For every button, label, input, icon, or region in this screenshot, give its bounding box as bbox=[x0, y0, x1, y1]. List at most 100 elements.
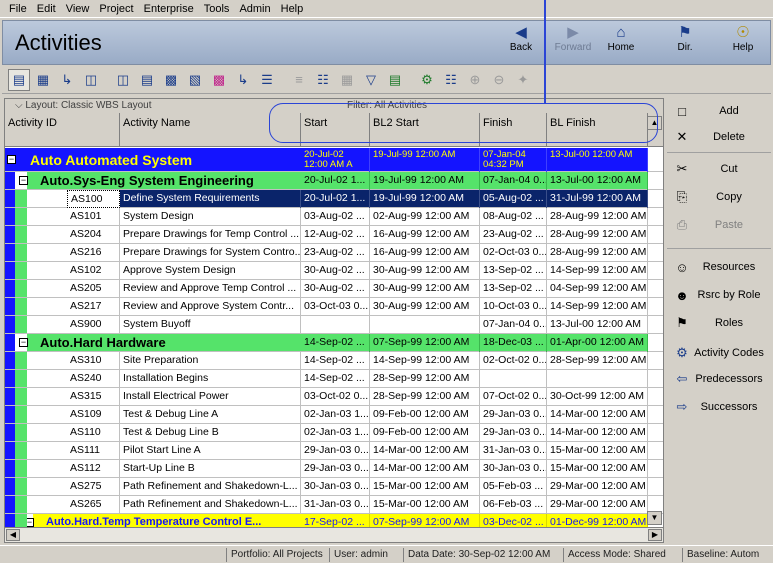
filter-icon[interactable]: ▽ bbox=[360, 69, 382, 91]
cell-bl2start[interactable]: 02-Aug-99 12:00 AM bbox=[370, 208, 480, 226]
cell-start[interactable]: 14-Sep-02 ... bbox=[301, 352, 370, 370]
resource-usage-icon[interactable]: ▩ bbox=[208, 69, 230, 91]
collapse-toggle-icon[interactable]: − bbox=[19, 338, 28, 347]
col-bl2-start[interactable]: BL2 Start bbox=[370, 113, 480, 147]
cell-start[interactable]: 30-Jan-03 0... bbox=[301, 478, 370, 496]
cell-start[interactable]: 31-Jan-03 0... bbox=[301, 496, 370, 514]
cell-name[interactable]: Approve System Design bbox=[120, 262, 301, 280]
cell-start[interactable]: 30-Aug-02 ... bbox=[301, 262, 370, 280]
cell-name[interactable]: Site Preparation bbox=[120, 352, 301, 370]
cell-finish[interactable]: 07-Jan-04 0... bbox=[480, 172, 547, 190]
cell-blfinish[interactable]: 14-Sep-99 12:00 AM bbox=[547, 262, 648, 280]
cell-start[interactable]: 20-Jul-02 1... bbox=[301, 190, 370, 208]
cell-finish[interactable]: 07-Oct-02 0... bbox=[480, 388, 547, 406]
cell-bl2start[interactable]: 19-Jul-99 12:00 AM bbox=[370, 190, 480, 208]
cell-name[interactable]: Path Refinement and Shakedown-L... bbox=[120, 496, 301, 514]
cell-name[interactable]: Review and Approve Temp Control ... bbox=[120, 280, 301, 298]
col-finish[interactable]: Finish bbox=[480, 113, 547, 147]
cell-name[interactable]: Prepare Drawings for Temp Control ... bbox=[120, 226, 301, 244]
col-bl-finish[interactable]: BL Finish bbox=[547, 113, 648, 147]
directory-button[interactable]: ⚑ Dir. bbox=[662, 24, 708, 62]
zoom-in-icon[interactable]: ⊕ bbox=[464, 69, 486, 91]
network-view-icon[interactable]: ◫ bbox=[80, 69, 102, 91]
cell-blfinish[interactable]: 29-Mar-00 12:00 AM bbox=[547, 478, 648, 496]
copy-button[interactable]: ⎘ Copy bbox=[667, 186, 771, 208]
cell-bl2start[interactable]: 28-Sep-99 12:00 AM bbox=[370, 370, 480, 388]
table-row[interactable]: AS310 Site Preparation 14-Sep-02 ... 14-Sep… bbox=[5, 352, 663, 370]
cell-blfinish[interactable]: 14-Mar-00 12:00 AM bbox=[547, 406, 648, 424]
cell-start[interactable]: 30-Aug-02 ... bbox=[301, 280, 370, 298]
cell-blfinish[interactable]: 28-Aug-99 12:00 AM bbox=[547, 226, 648, 244]
table-row[interactable]: AS315 Install Electrical Power 03-Oct-02 0… bbox=[5, 388, 663, 406]
cell-start[interactable]: 29-Jan-03 0... bbox=[301, 442, 370, 460]
level-icon[interactable]: ☷ bbox=[440, 69, 462, 91]
table-row[interactable]: AS900 System Buyoff 07-Jan-04 0... 13-Jul-0… bbox=[5, 316, 663, 334]
cell-finish[interactable]: 08-Aug-02 ... bbox=[480, 208, 547, 226]
cell-bl2start[interactable]: 09-Feb-00 12:00 AM bbox=[370, 406, 480, 424]
cell-id[interactable]: AS110 bbox=[67, 424, 120, 442]
scroll-down-icon[interactable]: ▼ bbox=[647, 511, 662, 525]
cell-finish[interactable]: 06-Feb-03 ... bbox=[480, 496, 547, 514]
table-row[interactable]: AS265 Path Refinement and Shakedown-L... 3… bbox=[5, 496, 663, 514]
cell-name[interactable]: Define System Requirements bbox=[120, 190, 301, 208]
cell-start[interactable]: 12-Aug-02 ... bbox=[301, 226, 370, 244]
menu-view[interactable]: View bbox=[61, 3, 95, 15]
cell-finish[interactable]: 18-Dec-03 ... bbox=[480, 334, 547, 352]
cell-finish[interactable]: 02-Oct-02 0... bbox=[480, 352, 547, 370]
table-row[interactable]: AS217 Review and Approve System Contr... 0… bbox=[5, 298, 663, 316]
cell-name[interactable]: Test & Debug Line A bbox=[120, 406, 301, 424]
cell-blfinish[interactable]: 01-Apr-00 12:00 AM bbox=[547, 334, 648, 352]
cell-bl2start[interactable]: 19-Jul-99 12:00 AM bbox=[370, 172, 480, 190]
forward-button[interactable]: ▶ Forward bbox=[550, 24, 596, 62]
wbs-row[interactable]: − Auto.Hard Hardware 14-Sep-02 ... 07-Sep-9… bbox=[5, 334, 663, 352]
cell-blfinish[interactable]: 04-Sep-99 12:00 AM bbox=[547, 280, 648, 298]
cell-id[interactable]: AS205 bbox=[67, 280, 120, 298]
cell-id[interactable]: AS100 bbox=[67, 190, 120, 208]
cell-start[interactable]: 14-Sep-02 ... bbox=[301, 334, 370, 352]
cell-id[interactable]: Auto Automated System bbox=[27, 148, 301, 172]
cell-start[interactable] bbox=[301, 316, 370, 334]
schedule-icon[interactable]: ⚙ bbox=[416, 69, 438, 91]
cell-blfinish[interactable]: 14-Mar-00 12:00 AM bbox=[547, 424, 648, 442]
cell-finish[interactable]: 30-Jan-03 0... bbox=[480, 460, 547, 478]
scroll-right-icon[interactable]: ▶ bbox=[648, 529, 662, 541]
vertical-scrollbar[interactable]: ▲ ▼ bbox=[647, 116, 663, 527]
cell-id[interactable]: AS265 bbox=[67, 496, 120, 514]
cell-finish[interactable]: 29-Jan-03 0... bbox=[480, 424, 547, 442]
table-row[interactable]: AS275 Path Refinement and Shakedown-L... 3… bbox=[5, 478, 663, 496]
predecessors-button[interactable]: ⇦ Predecessors bbox=[667, 368, 771, 390]
cut-button[interactable]: ✂ Cut bbox=[667, 158, 771, 180]
cell-name[interactable]: Install Electrical Power bbox=[120, 388, 301, 406]
table-row[interactable]: AS101 System Design 03-Aug-02 ... 02-Aug-99… bbox=[5, 208, 663, 226]
roles-button[interactable]: ⚑ Roles bbox=[667, 312, 771, 334]
table-view-icon[interactable]: ▤ bbox=[8, 68, 30, 91]
cell-bl2start[interactable]: 19-Jul-99 12:00 AM bbox=[370, 148, 480, 172]
cell-start[interactable]: 02-Jan-03 1... bbox=[301, 406, 370, 424]
collapse-toggle-icon[interactable]: − bbox=[19, 176, 28, 185]
cell-blfinish[interactable]: 13-Jul-00 12:00 AM bbox=[547, 316, 648, 334]
cell-finish[interactable]: 05-Feb-03 ... bbox=[480, 478, 547, 496]
cell-blfinish[interactable]: 15-Mar-00 12:00 AM bbox=[547, 460, 648, 478]
cell-start[interactable]: 20-Jul-02 1... bbox=[301, 172, 370, 190]
table-row[interactable]: AS240 Installation Begins 14-Sep-02 ... 28-… bbox=[5, 370, 663, 388]
cell-start[interactable]: 02-Jan-03 1... bbox=[301, 424, 370, 442]
cell-bl2start[interactable]: 16-Aug-99 12:00 AM bbox=[370, 226, 480, 244]
add-button[interactable]: □ Add bbox=[667, 100, 771, 122]
progress-spotlight-icon[interactable]: ✦ bbox=[512, 69, 534, 91]
columns-icon[interactable]: ◫ bbox=[112, 69, 134, 91]
cell-name[interactable]: Prepare Drawings for System Contro... bbox=[120, 244, 301, 262]
cell-blfinish[interactable]: 13-Jul-00 12:00 AM bbox=[547, 172, 648, 190]
cell-finish[interactable]: 13-Sep-02 ... bbox=[480, 262, 547, 280]
back-button[interactable]: ◀ Back bbox=[498, 24, 544, 62]
cell-name[interactable]: Test & Debug Line B bbox=[120, 424, 301, 442]
histogram-icon[interactable]: ▩ bbox=[160, 69, 182, 91]
cell-bl2start[interactable]: 30-Aug-99 12:00 AM bbox=[370, 262, 480, 280]
cell-finish[interactable]: 05-Aug-02 ... bbox=[480, 190, 547, 208]
cell-blfinish[interactable]: 14-Sep-99 12:00 AM bbox=[547, 298, 648, 316]
form-view-icon[interactable]: ▦ bbox=[32, 69, 54, 91]
menu-tools[interactable]: Tools bbox=[199, 3, 235, 15]
cell-id[interactable]: AS315 bbox=[67, 388, 120, 406]
col-activity-name[interactable]: Activity Name bbox=[120, 113, 301, 147]
cell-blfinish[interactable]: 28-Sep-99 12:00 AM bbox=[547, 352, 648, 370]
cell-start[interactable]: 23-Aug-02 ... bbox=[301, 244, 370, 262]
